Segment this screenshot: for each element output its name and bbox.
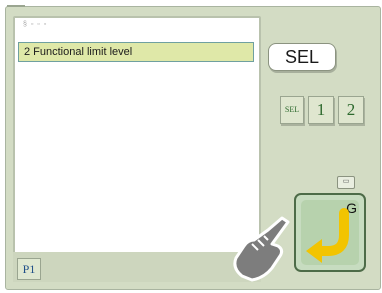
pointing-hand-icon xyxy=(233,216,290,282)
selection-list: § ▫ ▫ ▫ 2 Functional limit level xyxy=(13,16,261,254)
return-arrow-icon xyxy=(306,208,349,263)
small-menu-icon[interactable]: ▭ xyxy=(337,176,355,189)
top-indicator xyxy=(7,5,25,7)
sel-small-button[interactable]: SEL xyxy=(280,96,304,124)
list-item-functional-limit-level[interactable]: 2 Functional limit level xyxy=(18,42,254,62)
bottom-bar xyxy=(13,252,261,282)
number-1-button[interactable]: 1 xyxy=(308,96,334,124)
number-2-button[interactable]: 2 xyxy=(338,96,364,124)
page-indicator-p1[interactable]: P1 xyxy=(17,258,41,280)
list-header: § ▫ ▫ ▫ xyxy=(23,21,48,28)
sel-button[interactable]: SEL xyxy=(268,43,336,71)
